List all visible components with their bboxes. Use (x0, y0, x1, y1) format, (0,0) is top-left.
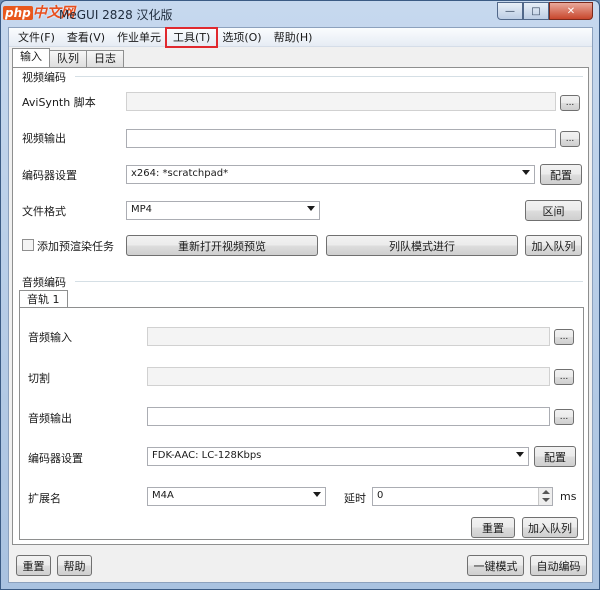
help-button[interactable]: 帮助 (57, 555, 92, 576)
audio-encoder-select[interactable]: FDK-AAC: LC-128Kbps (147, 447, 529, 466)
tab-audio-track-1[interactable]: 音轨 1 (19, 290, 68, 308)
arrow-down-icon (542, 498, 550, 502)
video-add-queue-button[interactable]: 加入队列 (525, 235, 582, 256)
delay-value: 0 (377, 490, 384, 501)
audio-group-title: 音频编码 (22, 276, 66, 289)
avisynth-field (126, 92, 556, 111)
arrow-up-icon (542, 490, 550, 494)
range-button[interactable]: 区间 (525, 200, 582, 221)
audio-output-browse-button[interactable]: ... (554, 409, 574, 425)
reopen-preview-button[interactable]: 重新打开视频预览 (126, 235, 318, 256)
audio-output-field[interactable] (147, 407, 550, 426)
reset-button[interactable]: 重置 (16, 555, 51, 576)
video-group-divider (75, 76, 583, 77)
menu-bar: 文件(F) 查看(V) 作业单元 工具(T) 选项(O) 帮助(H) (9, 26, 592, 48)
audio-encoder-label: 编码器设置 (28, 452, 83, 465)
audio-input-label: 音频输入 (28, 331, 72, 344)
input-panel: 视频编码 AviSynth 脚本 ... 视频输出 ... 编码器设置 x264… (12, 67, 589, 545)
menu-view[interactable]: 查看(V) (61, 29, 111, 46)
audio-config-button[interactable]: 配置 (534, 446, 576, 467)
video-encoder-select[interactable]: x264: *scratchpad* (126, 165, 535, 184)
delay-spinner[interactable] (538, 488, 552, 505)
chevron-down-icon (516, 452, 524, 457)
delay-label: 延时 (344, 492, 366, 505)
video-output-field[interactable] (126, 129, 556, 148)
audio-input-field (147, 327, 550, 346)
client-area: 文件(F) 查看(V) 作业单元 工具(T) 选项(O) 帮助(H) 输入 队列… (8, 26, 593, 583)
minimize-button[interactable]: — (497, 2, 523, 20)
oneclick-mode-button[interactable]: 一键模式 (467, 555, 524, 576)
audio-reset-button[interactable]: 重置 (471, 517, 515, 538)
audio-output-label: 音频输出 (28, 412, 72, 425)
add-prerender-label[interactable]: 添加预渲染任务 (37, 238, 114, 254)
queue-mode-button[interactable]: 列队模式进行 (326, 235, 518, 256)
main-tabs: 输入 队列 日志 (12, 48, 124, 67)
tab-queue[interactable]: 队列 (49, 50, 87, 67)
audio-group-divider (75, 281, 583, 282)
chevron-down-icon (522, 170, 530, 175)
title-bar[interactable]: php 中文网 MeGUI 2828 汉化版 — □ ✕ (1, 1, 599, 27)
menu-tools[interactable]: 工具(T) (165, 26, 219, 48)
ext-select[interactable]: M4A (147, 487, 326, 506)
watermark-php: php (3, 6, 33, 20)
maximize-button[interactable]: □ (523, 2, 549, 20)
cut-browse-button[interactable]: ... (554, 369, 574, 385)
delay-field[interactable]: 0 (372, 487, 553, 506)
auto-encode-button[interactable]: 自动编码 (530, 555, 587, 576)
ext-label: 扩展名 (28, 492, 61, 505)
close-button[interactable]: ✕ (549, 2, 593, 20)
menu-help[interactable]: 帮助(H) (268, 29, 319, 46)
video-output-label: 视频输出 (22, 132, 66, 145)
file-format-label: 文件格式 (22, 205, 66, 218)
ext-value: M4A (152, 490, 174, 501)
cut-field (147, 367, 550, 386)
video-encoder-value: x264: *scratchpad* (131, 168, 229, 179)
tab-input[interactable]: 输入 (12, 48, 50, 67)
avisynth-browse-button[interactable]: ... (560, 95, 580, 111)
menu-file[interactable]: 文件(F) (12, 29, 61, 46)
add-prerender-checkbox[interactable] (22, 239, 34, 251)
menu-options[interactable]: 选项(O) (216, 29, 267, 46)
video-group-title: 视频编码 (22, 71, 66, 84)
file-format-select[interactable]: MP4 (126, 201, 320, 220)
main-window: php 中文网 MeGUI 2828 汉化版 — □ ✕ 文件(F) 查看(V) … (0, 0, 600, 590)
audio-encoder-value: FDK-AAC: LC-128Kbps (152, 450, 262, 461)
audio-input-browse-button[interactable]: ... (554, 329, 574, 345)
avisynth-label: AviSynth 脚本 (22, 96, 96, 109)
menu-jobs[interactable]: 作业单元 (111, 29, 167, 46)
audio-add-queue-button[interactable]: 加入队列 (522, 517, 578, 538)
file-format-value: MP4 (131, 204, 153, 215)
video-config-button[interactable]: 配置 (540, 164, 582, 185)
video-encoder-label: 编码器设置 (22, 169, 77, 182)
audio-track-panel: 音频输入 ... 切割 ... 音频输出 ... 编码器设置 FDK-AAC: … (19, 307, 584, 540)
window-title: MeGUI 2828 汉化版 (59, 8, 173, 22)
tab-log[interactable]: 日志 (86, 50, 124, 67)
cut-label: 切割 (28, 372, 50, 385)
chevron-down-icon (307, 206, 315, 211)
video-output-browse-button[interactable]: ... (560, 131, 580, 147)
delay-unit: ms (560, 490, 577, 503)
chevron-down-icon (313, 492, 321, 497)
